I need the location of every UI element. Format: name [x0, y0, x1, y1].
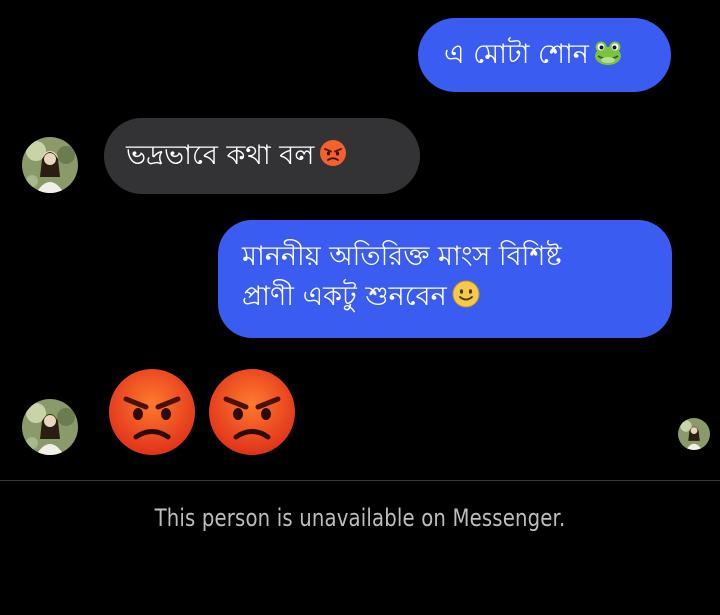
pouting-face-icon[interactable]	[106, 366, 198, 458]
frog-face-icon	[594, 41, 621, 65]
message-text: এ মোটা শোন	[444, 39, 589, 70]
message-text: ভদ্রভাবে কথা বল	[126, 140, 315, 171]
received-message-bubble[interactable]: ভদ্রভাবে কথা বল	[104, 118, 420, 194]
avatar-image	[678, 418, 710, 450]
sent-message-bubble[interactable]: মাননীয় অতিরিক্ত মাংস বিশিষ্ট প্রাণী একট…	[218, 220, 672, 338]
pouting-face-icon[interactable]	[206, 366, 298, 458]
contact-avatar[interactable]	[22, 137, 78, 193]
divider	[0, 480, 720, 481]
contact-avatar[interactable]	[22, 399, 78, 455]
seen-receipt-avatar	[678, 418, 710, 450]
message-text-line: মাননীয় অতিরিক্ত মাংস বিশিষ্ট	[242, 241, 562, 272]
avatar-image	[22, 137, 78, 193]
angry-face-icon	[320, 140, 347, 166]
message-text-line: প্রাণী একটু শুনবেন	[242, 281, 447, 312]
slightly-smiling-face-icon	[452, 280, 480, 308]
sent-message-bubble[interactable]: এ মোটা শোন	[418, 18, 671, 92]
avatar-image	[22, 399, 78, 455]
unavailable-notice: This person is unavailable on Messenger.	[154, 504, 566, 532]
